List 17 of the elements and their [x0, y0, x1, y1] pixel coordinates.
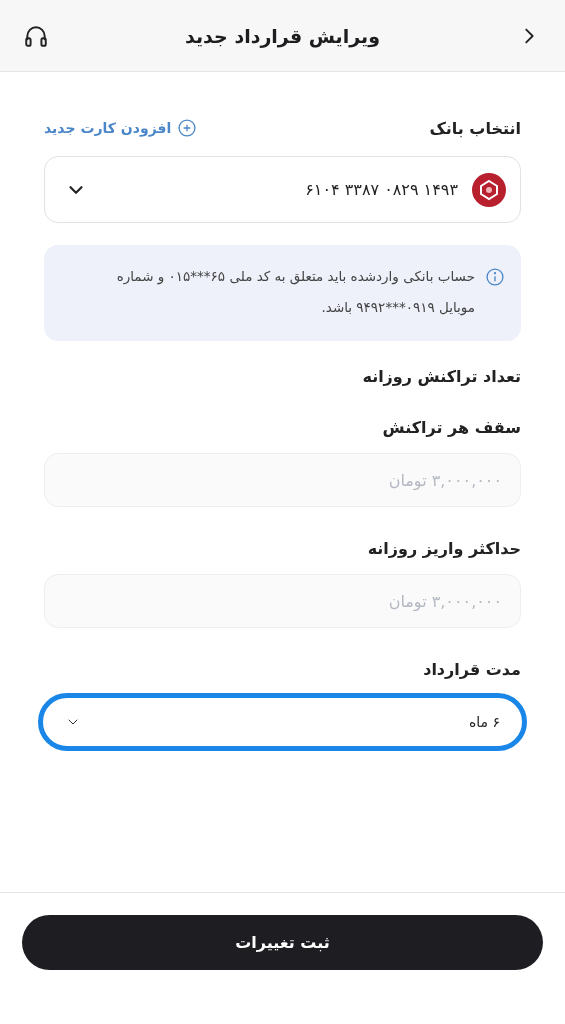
add-card-link[interactable]: افزودن کارت جدید [44, 118, 198, 138]
card-number: ۶۱۰۴ ۳۳۸۷ ۰۸۲۹ ۱۴۹۳ [304, 180, 458, 199]
info-icon [485, 267, 505, 287]
notice-text: حساب بانکی واردشده باید متعلق به کد ملی ۶۵***۰۱۵ و شماره موبایل ۰۹۱۹***۹۴۹۲ باشد. [115, 267, 475, 318]
field-label: حداکثر واریز روزانه [366, 539, 521, 558]
bank-label: انتخاب بانک [429, 118, 521, 138]
page-title: ویرایش قرارداد جدید [185, 24, 380, 47]
field-label: سقف هر تراکنش [381, 418, 521, 437]
submit-button[interactable]: ثبت تغییرات [22, 915, 543, 970]
duration-label: مدت قرارداد [422, 660, 521, 679]
duration-select[interactable]: ۶ ماه [38, 693, 527, 751]
bank-logo-icon [472, 172, 506, 207]
bank-card-select[interactable]: ۶۱۰۴ ۳۳۸۷ ۰۸۲۹ ۱۴۹۳ [44, 156, 521, 223]
section-title: تعداد تراکنش روزانه [361, 367, 521, 386]
plus-circle-icon [177, 118, 198, 138]
amount-input[interactable]: ۳,۰۰۰,۰۰۰ تومان [44, 574, 521, 628]
amount-input[interactable]: ۳,۰۰۰,۰۰۰ تومان [44, 453, 521, 507]
